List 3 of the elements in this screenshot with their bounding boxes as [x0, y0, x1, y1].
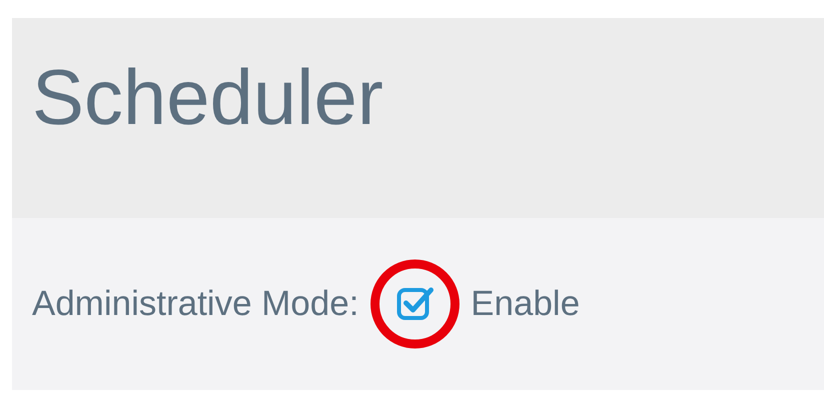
option-label: Enable	[470, 282, 580, 325]
field-label: Administrative Mode:	[32, 282, 359, 325]
page-title: Scheduler	[32, 58, 384, 136]
